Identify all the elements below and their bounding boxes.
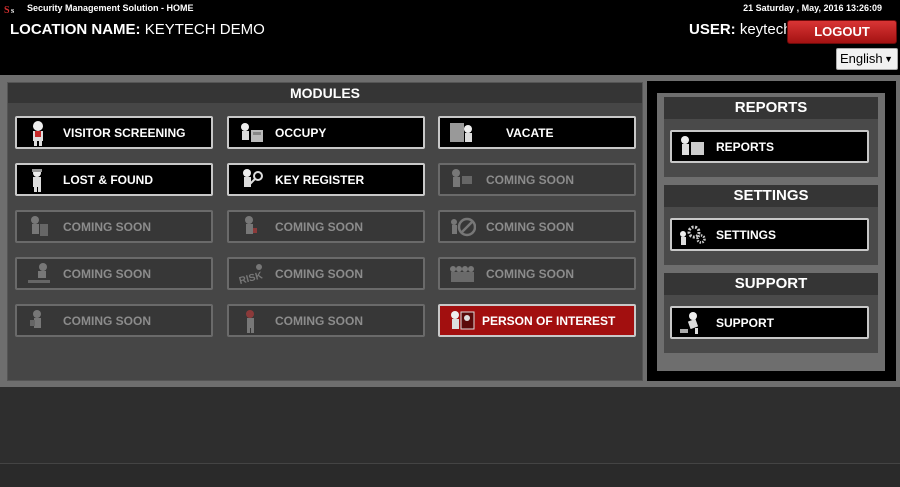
- support-button-label: SUPPORT: [716, 315, 775, 330]
- side-panel: REPORTS REPORTS SETTINGS SETTINGS SUPPOR…: [647, 81, 896, 381]
- key-figure-icon: [243, 168, 263, 187]
- language-value: English: [840, 51, 883, 66]
- visitor-screening-button[interactable]: VISITOR SCREENING: [15, 116, 213, 149]
- app-title: Security Management Solution - HOME: [27, 3, 194, 13]
- module-label: COMING SOON: [486, 172, 575, 187]
- settings-panel: SETTINGS SETTINGS: [664, 185, 878, 265]
- vacate-button[interactable]: VACATE: [438, 116, 636, 149]
- modules-title: MODULES: [8, 83, 642, 103]
- svg-text:RISK: RISK: [238, 270, 265, 287]
- header: LOCATION NAME: KEYTECH DEMO USER: keytec…: [0, 18, 900, 75]
- support-panel: SUPPORT SUPPORT: [664, 273, 878, 353]
- placeholder-figure-icon: [245, 215, 257, 234]
- no-entry-figure-icon: [451, 217, 476, 236]
- footer-area: [0, 387, 900, 463]
- clock: 21 Saturday , May, 2016 13:26:09: [743, 3, 882, 13]
- module-label: COMING SOON: [63, 219, 152, 234]
- coming-soon-button: COMING SOON: [438, 163, 636, 196]
- lost-found-button[interactable]: LOST & FOUND: [15, 163, 213, 196]
- location-value: KEYTECH DEMO: [144, 21, 265, 38]
- support-title: SUPPORT: [664, 273, 878, 295]
- visitor-figure-icon: [33, 120, 43, 146]
- location-label: LOCATION NAME:: [10, 21, 141, 38]
- coming-soon-button: COMING SOON: [438, 210, 636, 243]
- coming-soon-button: COMING SOON: [15, 210, 213, 243]
- module-label: COMING SOON: [275, 266, 364, 281]
- vacate-figure-icon: [450, 122, 472, 142]
- placeholder-figure-icon: [31, 215, 48, 236]
- coming-soon-button: COMING SOON: [227, 210, 425, 243]
- gear-icon: [680, 225, 706, 245]
- status-bar: [0, 463, 900, 487]
- lost-found-figure-icon: [32, 168, 42, 192]
- reports-button[interactable]: REPORTS: [670, 130, 869, 163]
- svg-text:S: S: [4, 5, 10, 15]
- side-panel-inner: REPORTS REPORTS SETTINGS SETTINGS SUPPOR…: [657, 93, 885, 371]
- settings-button[interactable]: SETTINGS: [670, 218, 869, 251]
- placeholder-figure-icon: [28, 262, 50, 283]
- module-label: VISITOR SCREENING: [63, 125, 186, 140]
- settings-title: SETTINGS: [664, 185, 878, 207]
- user-info: USER: keytech: [689, 21, 792, 38]
- module-label: OCCUPY: [275, 125, 327, 140]
- location-name: LOCATION NAME: KEYTECH DEMO: [10, 21, 265, 38]
- module-label: COMING SOON: [486, 266, 575, 281]
- user-value: keytech: [739, 21, 792, 38]
- module-label: VACATE: [506, 125, 554, 140]
- chevron-down-icon: ▼: [884, 54, 893, 64]
- title-bar: S s Security Management Solution - HOME …: [0, 0, 900, 18]
- module-label: COMING SOON: [63, 313, 152, 328]
- placeholder-figure-icon: [30, 309, 41, 328]
- modules-panel: MODULES VISITOR SCREENING OCCUPY VACATE …: [7, 82, 643, 381]
- module-label: LOST & FOUND: [63, 172, 153, 187]
- settings-button-label: SETTINGS: [716, 227, 777, 242]
- module-label: COMING SOON: [486, 219, 575, 234]
- user-label: USER:: [689, 21, 736, 38]
- module-label: KEY REGISTER: [275, 172, 365, 187]
- placeholder-figure-icon: [246, 309, 254, 333]
- reports-figure-icon: [681, 135, 704, 155]
- coming-soon-button: COMING SOON: [15, 304, 213, 337]
- person-of-interest-icon: [451, 310, 475, 329]
- risk-figure-icon: RISK: [238, 263, 265, 287]
- module-label: COMING SOON: [63, 266, 152, 281]
- coming-soon-button: COMING SOON: [227, 304, 425, 337]
- key-register-button[interactable]: KEY REGISTER: [227, 163, 425, 196]
- module-label: PERSON OF INTEREST: [482, 313, 616, 328]
- reports-title: REPORTS: [664, 97, 878, 119]
- language-select[interactable]: English ▼: [836, 48, 898, 70]
- occupy-button[interactable]: OCCUPY: [227, 116, 425, 149]
- reports-button-label: REPORTS: [716, 139, 775, 154]
- person-of-interest-button[interactable]: PERSON OF INTEREST: [438, 304, 636, 337]
- main-area: MODULES VISITOR SCREENING OCCUPY VACATE …: [0, 75, 900, 387]
- module-label: COMING SOON: [275, 219, 364, 234]
- svg-text:s: s: [11, 6, 14, 15]
- module-label: COMING SOON: [275, 313, 364, 328]
- placeholder-figure-icon: [452, 168, 472, 187]
- app-logo-icon: S s: [4, 5, 14, 15]
- occupy-figure-icon: [241, 122, 263, 142]
- crowd-figure-icon: [450, 265, 474, 282]
- reports-panel: REPORTS REPORTS: [664, 97, 878, 177]
- coming-soon-button: RISK COMING SOON: [227, 257, 425, 290]
- coming-soon-button: COMING SOON: [15, 257, 213, 290]
- support-button[interactable]: SUPPORT: [670, 306, 869, 339]
- support-figure-icon: [680, 311, 699, 334]
- coming-soon-button: COMING SOON: [438, 257, 636, 290]
- logout-button[interactable]: LOGOUT: [787, 20, 897, 44]
